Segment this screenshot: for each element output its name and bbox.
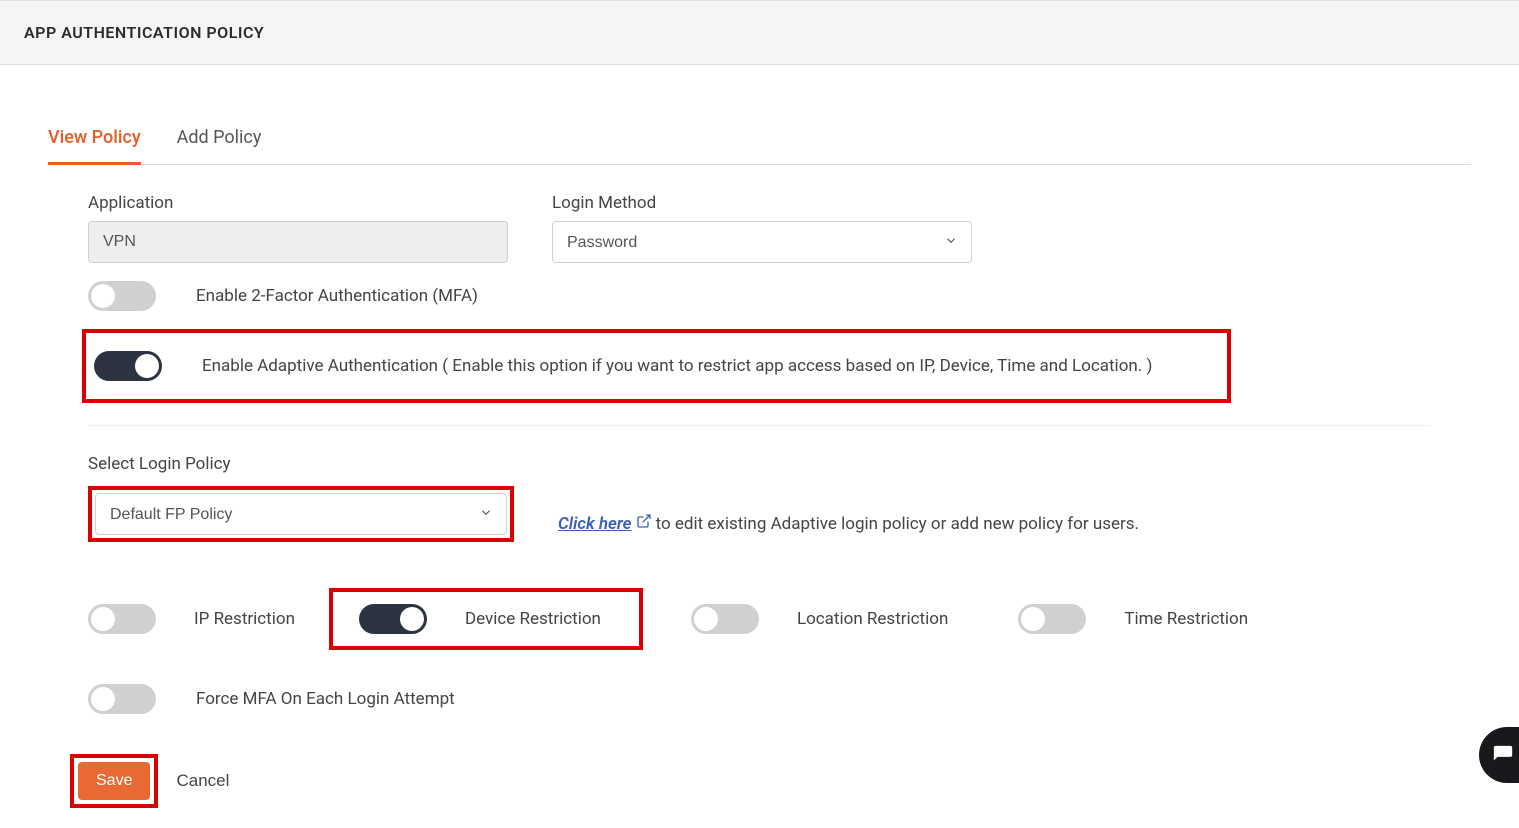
application-field-group: Application	[88, 193, 508, 263]
page-title: APP AUTHENTICATION POLICY	[24, 23, 1495, 42]
force-mfa-toggle[interactable]	[88, 684, 156, 714]
application-label: Application	[88, 193, 508, 213]
login-policy-select[interactable]: Default FP Policy	[95, 493, 507, 535]
application-input[interactable]	[88, 221, 508, 263]
login-method-select[interactable]: Password	[552, 221, 972, 263]
force-mfa-label: Force MFA On Each Login Attempt	[196, 689, 455, 709]
divider	[88, 425, 1431, 426]
save-button[interactable]: Save	[78, 762, 150, 800]
click-here-description: to edit existing Adaptive login policy o…	[656, 514, 1139, 534]
mfa-toggle-label: Enable 2-Factor Authentication (MFA)	[196, 286, 478, 306]
save-button-highlight: Save	[70, 754, 158, 808]
restrictions-row: IP Restriction Device Restriction Locati…	[88, 588, 1431, 650]
login-method-field-group: Login Method Password	[552, 193, 972, 263]
cancel-button[interactable]: Cancel	[176, 771, 229, 791]
content-area: View Policy Add Policy Application Login…	[0, 113, 1519, 828]
adaptive-auth-toggle[interactable]	[94, 351, 162, 381]
device-restriction-label: Device Restriction	[465, 609, 601, 629]
adaptive-auth-highlight: Enable Adaptive Authentication ( Enable …	[82, 329, 1231, 403]
force-mfa-row: Force MFA On Each Login Attempt	[88, 684, 1431, 714]
tabs: View Policy Add Policy	[48, 113, 1471, 165]
location-restriction-toggle[interactable]	[691, 604, 759, 634]
login-method-label: Login Method	[552, 193, 972, 213]
location-restriction-label: Location Restriction	[797, 609, 948, 629]
form-area: Application Login Method Password E	[48, 165, 1471, 828]
device-restriction-toggle[interactable]	[359, 604, 427, 634]
mfa-toggle[interactable]	[88, 281, 156, 311]
click-here-text: Click here	[558, 514, 632, 534]
adaptive-auth-label: Enable Adaptive Authentication ( Enable …	[202, 356, 1152, 376]
login-policy-select-highlight: Default FP Policy	[88, 486, 514, 542]
device-restriction-highlight: Device Restriction	[329, 588, 643, 650]
tab-view-policy[interactable]: View Policy	[48, 113, 141, 165]
click-here-link[interactable]: Click here	[558, 513, 652, 534]
external-link-icon	[636, 513, 652, 534]
ip-restriction-label: IP Restriction	[194, 609, 295, 629]
ip-restriction-toggle[interactable]	[88, 604, 156, 634]
time-restriction-toggle[interactable]	[1018, 604, 1086, 634]
time-restriction-label: Time Restriction	[1124, 609, 1248, 629]
tab-add-policy[interactable]: Add Policy	[177, 113, 262, 165]
select-login-policy-label: Select Login Policy	[88, 454, 1431, 474]
page-header: APP AUTHENTICATION POLICY	[0, 0, 1519, 65]
mfa-toggle-row: Enable 2-Factor Authentication (MFA)	[88, 281, 1431, 311]
